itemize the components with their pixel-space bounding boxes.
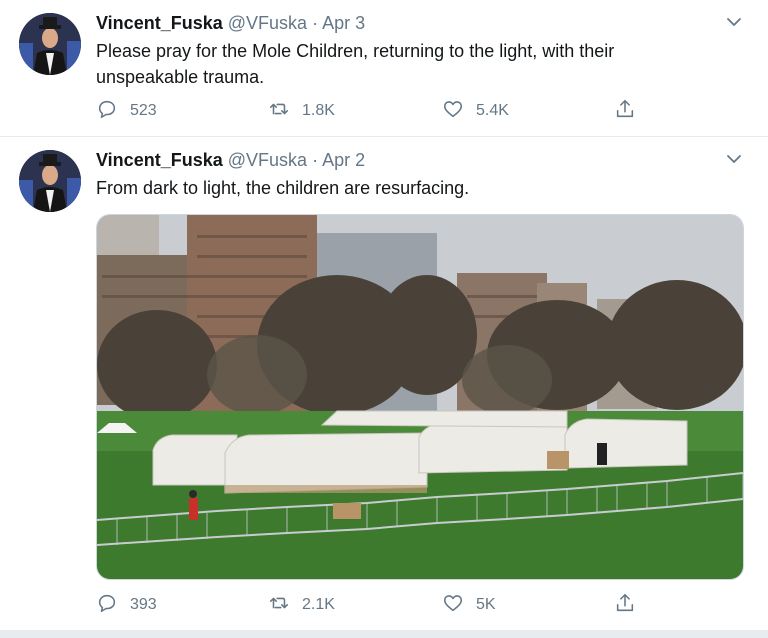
tweet-header: Vincent_Fuska @VFuska · Apr 3 (96, 12, 365, 34)
reply-button[interactable]: 523 (96, 99, 157, 123)
tweet-date[interactable]: Apr 3 (322, 13, 365, 33)
avatar[interactable] (19, 13, 81, 75)
timeline-divider (0, 630, 768, 638)
separator: · (312, 150, 319, 170)
reply-button[interactable]: 393 (96, 593, 157, 617)
like-button[interactable]: 5.4K (442, 99, 509, 123)
display-name[interactable]: Vincent_Fuska (96, 13, 223, 33)
retweet-icon (268, 98, 302, 125)
user-handle[interactable]: @VFuska (228, 150, 307, 170)
tweet[interactable]: Vincent_Fuska @VFuska · Apr 3 Please pra… (0, 0, 768, 137)
chevron-down-icon[interactable] (724, 12, 744, 32)
retweet-button[interactable]: 2.1K (268, 593, 335, 617)
tweet-text: Please pray for the Mole Children, retur… (96, 41, 615, 87)
share-icon (614, 98, 648, 125)
chevron-down-icon[interactable] (724, 149, 744, 169)
tweet-header: Vincent_Fuska @VFuska · Apr 2 (96, 149, 365, 171)
retweet-count: 2.1K (302, 596, 335, 613)
heart-icon (442, 592, 476, 619)
tweet-photo[interactable] (96, 214, 744, 580)
user-handle[interactable]: @VFuska (228, 13, 307, 33)
retweet-count: 1.8K (302, 102, 335, 119)
tweet-actions: 393 2.1K 5K (96, 593, 716, 617)
tweet[interactable]: Vincent_Fuska @VFuska · Apr 2 From dark … (0, 137, 768, 630)
tweet-date[interactable]: Apr 2 (322, 150, 365, 170)
tweet-text: From dark to light, the children are res… (96, 178, 470, 198)
like-count: 5.4K (476, 102, 509, 119)
reply-count: 393 (130, 596, 157, 613)
reply-icon (96, 98, 130, 125)
share-button[interactable] (614, 99, 648, 123)
display-name[interactable]: Vincent_Fuska (96, 150, 223, 170)
avatar[interactable] (19, 150, 81, 212)
heart-icon (442, 98, 476, 125)
share-button[interactable] (614, 593, 648, 617)
share-icon (614, 592, 648, 619)
tweet-actions: 523 1.8K 5.4K (96, 99, 716, 123)
separator: · (312, 13, 319, 33)
reply-count: 523 (130, 102, 157, 119)
reply-icon (96, 592, 130, 619)
like-button[interactable]: 5K (442, 593, 496, 617)
retweet-button[interactable]: 1.8K (268, 99, 335, 123)
like-count: 5K (476, 596, 496, 613)
retweet-icon (268, 592, 302, 619)
